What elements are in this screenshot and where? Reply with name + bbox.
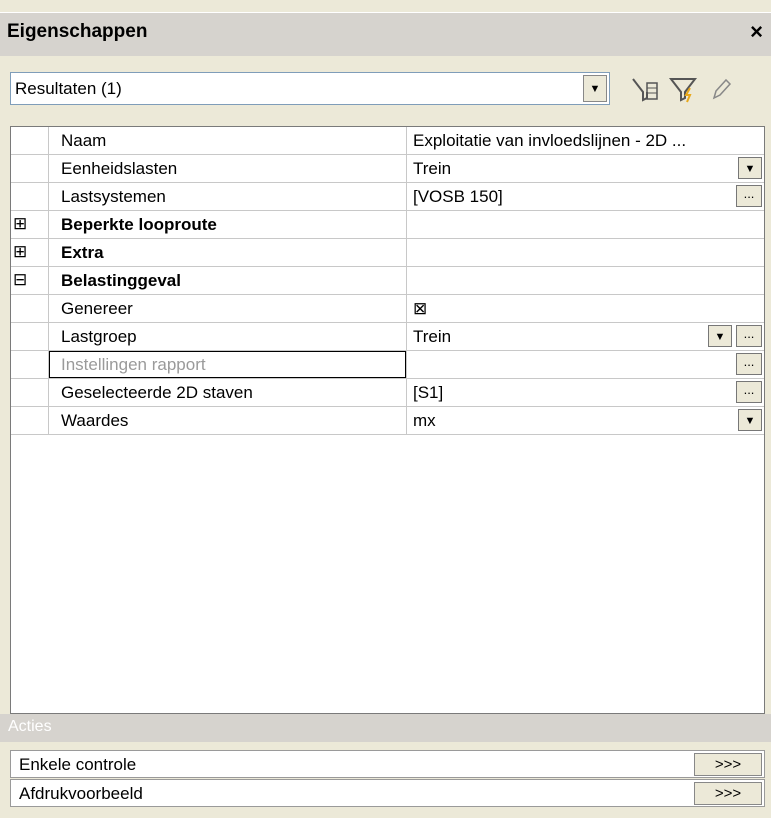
- property-value-cell[interactable]: mx ▼: [406, 407, 764, 434]
- property-row[interactable]: Waardes mx ▼: [11, 407, 764, 435]
- property-group-row[interactable]: ⊞ Extra: [11, 239, 764, 267]
- row-gutter: ⊞: [11, 239, 49, 266]
- generate-checkbox[interactable]: ⊠: [413, 299, 758, 319]
- property-value-cell[interactable]: Exploitatie van invloedslijnen - 2D ...: [406, 127, 764, 154]
- action-label: Enkele controle: [19, 755, 137, 774]
- row-gutter: [11, 155, 49, 182]
- property-value-cell[interactable]: [S1] ...: [406, 379, 764, 406]
- property-value-cell[interactable]: ⊠: [406, 295, 764, 322]
- row-gutter: [11, 323, 49, 350]
- property-row[interactable]: Genereer ⊠: [11, 295, 764, 323]
- row-gutter: [11, 127, 49, 154]
- dropdown-arrow-icon[interactable]: ▼: [738, 409, 762, 431]
- property-value-cell: [406, 267, 764, 294]
- filter-lightning-icon[interactable]: [668, 74, 698, 104]
- panel-title: Eigenschappen: [7, 21, 148, 42]
- property-group-row[interactable]: ⊟ Belastinggeval: [11, 267, 764, 295]
- property-row[interactable]: Naam Exploitatie van invloedslijnen - 2D…: [11, 127, 764, 155]
- toolbar: Resultaten (1) ▼: [0, 56, 771, 118]
- row-gutter: [11, 379, 49, 406]
- property-value: [S1]: [413, 383, 444, 402]
- property-value-cell[interactable]: Trein ▼ ...: [406, 323, 764, 350]
- row-gutter: [11, 351, 49, 378]
- action-label: Afdrukvoorbeeld: [19, 784, 143, 803]
- expand-icon[interactable]: ⊞: [13, 243, 27, 260]
- ellipsis-button[interactable]: ...: [736, 325, 762, 347]
- row-gutter: [11, 407, 49, 434]
- property-value-cell[interactable]: ...: [406, 351, 764, 378]
- property-row[interactable]: Lastgroep Trein ▼ ...: [11, 323, 764, 351]
- action-row[interactable]: Afdrukvoorbeeld >>>: [10, 779, 765, 807]
- property-name: Genereer: [61, 299, 133, 318]
- run-action-button[interactable]: >>>: [694, 753, 762, 776]
- property-value: Exploitatie van invloedslijnen - 2D ...: [413, 131, 687, 150]
- property-row[interactable]: Geselecteerde 2D staven [S1] ...: [11, 379, 764, 407]
- run-action-button[interactable]: >>>: [694, 782, 762, 805]
- collapse-icon[interactable]: ⊟: [13, 271, 27, 288]
- actions-header: Acties: [0, 714, 771, 742]
- selection-value: Resultaten (1): [15, 79, 122, 98]
- property-row[interactable]: Instellingen rapport ...: [11, 351, 764, 379]
- property-group-row[interactable]: ⊞ Beperkte looproute: [11, 211, 764, 239]
- row-gutter: [11, 183, 49, 210]
- ellipsis-button[interactable]: ...: [736, 185, 762, 207]
- chevron-down-icon[interactable]: ▼: [583, 75, 607, 102]
- ellipsis-button[interactable]: ...: [736, 381, 762, 403]
- row-gutter: [11, 295, 49, 322]
- dropdown-arrow-icon[interactable]: ▼: [738, 157, 762, 179]
- property-group-name: Belastinggeval: [61, 271, 181, 290]
- property-value: [VOSB 150]: [413, 187, 503, 206]
- property-value-cell: [406, 211, 764, 238]
- selection-combobox[interactable]: Resultaten (1) ▼: [10, 72, 610, 105]
- property-name: Naam: [61, 131, 107, 150]
- property-name: Lastsystemen: [61, 187, 166, 206]
- row-gutter: ⊞: [11, 211, 49, 238]
- panel-titlebar: Eigenschappen ×: [0, 12, 771, 56]
- property-value: Trein: [413, 159, 452, 178]
- row-gutter: ⊟: [11, 267, 49, 294]
- actions-header-label: Acties: [8, 718, 52, 735]
- action-row[interactable]: Enkele controle >>>: [10, 750, 765, 778]
- property-name: Waardes: [61, 411, 129, 430]
- property-name: Geselecteerde 2D staven: [61, 383, 253, 402]
- property-row[interactable]: Lastsystemen [VOSB 150] ...: [11, 183, 764, 211]
- pencil-icon[interactable]: [706, 74, 736, 104]
- property-value: mx: [413, 411, 436, 430]
- property-row[interactable]: Eenheidslasten Trein ▼: [11, 155, 764, 183]
- property-value-cell[interactable]: Trein ▼: [406, 155, 764, 182]
- ellipsis-button[interactable]: ...: [736, 353, 762, 375]
- property-name: Instellingen rapport: [61, 355, 206, 374]
- property-group-name: Extra: [61, 243, 104, 262]
- property-name: Eenheidslasten: [61, 159, 178, 178]
- property-grid: Naam Exploitatie van invloedslijnen - 2D…: [10, 126, 765, 714]
- close-icon[interactable]: ×: [750, 19, 763, 45]
- property-group-name: Beperkte looproute: [61, 215, 217, 234]
- property-value: Trein: [413, 327, 452, 346]
- property-value-cell: [406, 239, 764, 266]
- property-name: Lastgroep: [61, 327, 137, 346]
- expand-icon[interactable]: ⊞: [13, 215, 27, 232]
- dropdown-arrow-icon[interactable]: ▼: [708, 325, 732, 347]
- filter-table-icon[interactable]: [630, 74, 660, 104]
- property-value-cell[interactable]: [VOSB 150] ...: [406, 183, 764, 210]
